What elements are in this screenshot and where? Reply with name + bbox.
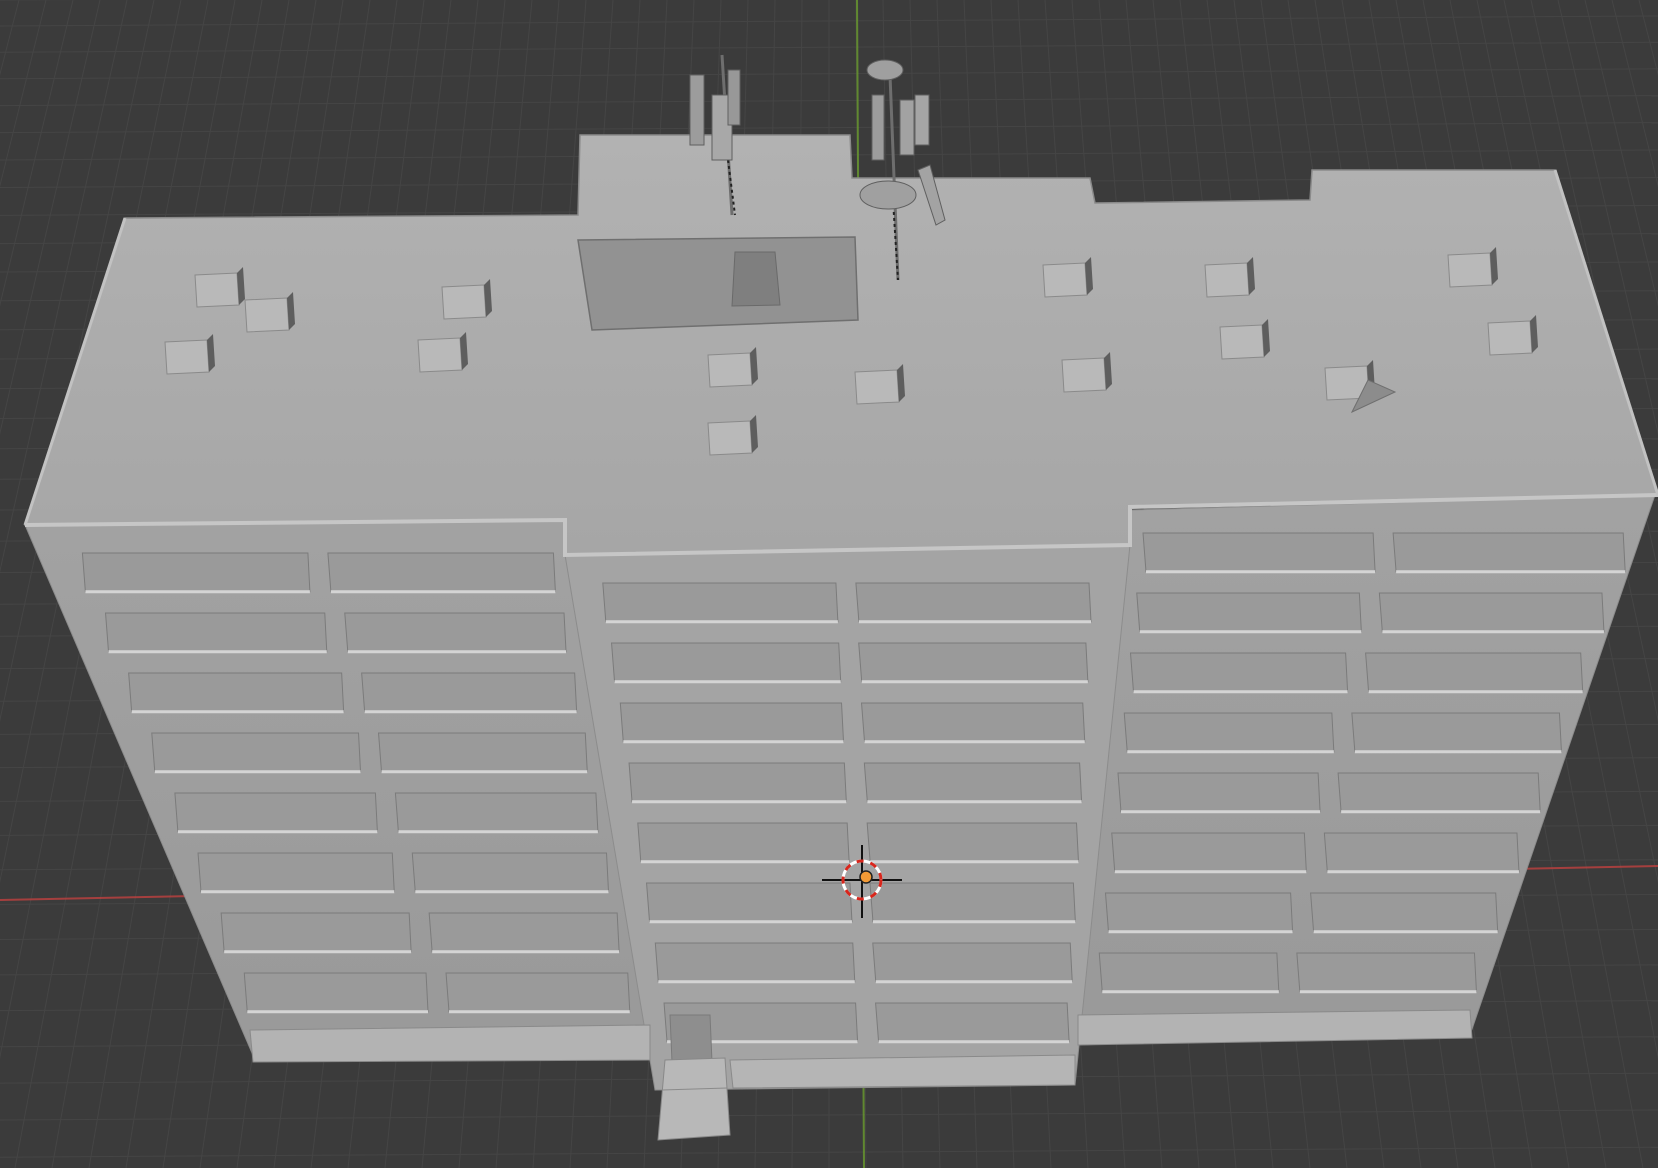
3d-viewport[interactable] <box>0 0 1658 1168</box>
window-band <box>628 762 847 803</box>
window-band <box>855 582 1092 623</box>
window-band <box>104 612 328 653</box>
window-band <box>1378 592 1605 633</box>
window-band <box>875 1002 1070 1043</box>
window-band <box>858 642 1089 683</box>
window-band <box>646 882 853 923</box>
window-band <box>1323 832 1520 873</box>
roof-vent <box>1447 252 1493 288</box>
window-band <box>243 972 429 1013</box>
roof-vent <box>441 284 487 320</box>
window-band <box>1123 712 1335 753</box>
window-band <box>637 822 850 863</box>
roof-hatch <box>577 236 859 331</box>
window-band <box>1365 652 1584 693</box>
roof-vent <box>854 369 900 405</box>
window-band <box>220 912 412 953</box>
window-band <box>1392 532 1626 573</box>
window-band <box>428 912 620 953</box>
object-origin-icon <box>859 870 873 884</box>
window-band <box>1111 832 1307 873</box>
window-band <box>445 972 631 1013</box>
window-band <box>1310 892 1499 933</box>
window-band <box>174 792 378 833</box>
roof-vent <box>707 420 753 456</box>
roof-hatch-inner <box>731 251 781 307</box>
window-band <box>361 672 578 713</box>
left-plinth <box>249 1024 651 1063</box>
roof-vent <box>244 297 290 333</box>
right-plinth <box>1077 1009 1473 1046</box>
grid-line <box>0 0 47 188</box>
window-band <box>1296 952 1477 993</box>
window-band <box>872 942 1073 983</box>
roof-vent <box>164 339 210 375</box>
window-band <box>1351 712 1562 753</box>
window-band <box>1104 892 1294 933</box>
center-plinth <box>729 1054 1076 1089</box>
window-band <box>863 762 1083 803</box>
window-band <box>1136 592 1362 633</box>
roof-vent <box>1219 324 1265 360</box>
building-model[interactable] <box>23 54 1658 1141</box>
window-band <box>866 822 1080 863</box>
window-band <box>860 702 1086 743</box>
window-band <box>1129 652 1349 693</box>
window-band <box>394 792 599 833</box>
window-band <box>377 732 588 773</box>
roof-vent <box>417 337 463 373</box>
viewport-canvas[interactable] <box>0 0 1658 1168</box>
window-band <box>197 852 395 893</box>
entrance-steps <box>657 1057 731 1141</box>
roof-slab[interactable] <box>23 134 1658 556</box>
window-band <box>602 582 839 623</box>
window-band <box>1337 772 1541 813</box>
window-band <box>151 732 362 773</box>
window-band <box>619 702 845 743</box>
window-band <box>81 552 311 593</box>
window-band <box>1117 772 1321 813</box>
window-band <box>1098 952 1280 993</box>
window-band <box>1142 532 1376 573</box>
roof-vent <box>1487 320 1533 356</box>
window-band <box>327 552 556 593</box>
window-band <box>128 672 345 713</box>
window-band <box>869 882 1076 923</box>
window-band <box>344 612 567 653</box>
roof-vent <box>707 352 753 388</box>
window-band <box>611 642 842 683</box>
roof-vent <box>1061 357 1107 393</box>
roof-vent <box>1204 262 1250 298</box>
window-band <box>654 942 856 983</box>
window-band <box>411 852 610 893</box>
roof-vent <box>194 272 240 308</box>
roof-vent <box>1042 262 1088 298</box>
entrance-door <box>669 1014 713 1063</box>
